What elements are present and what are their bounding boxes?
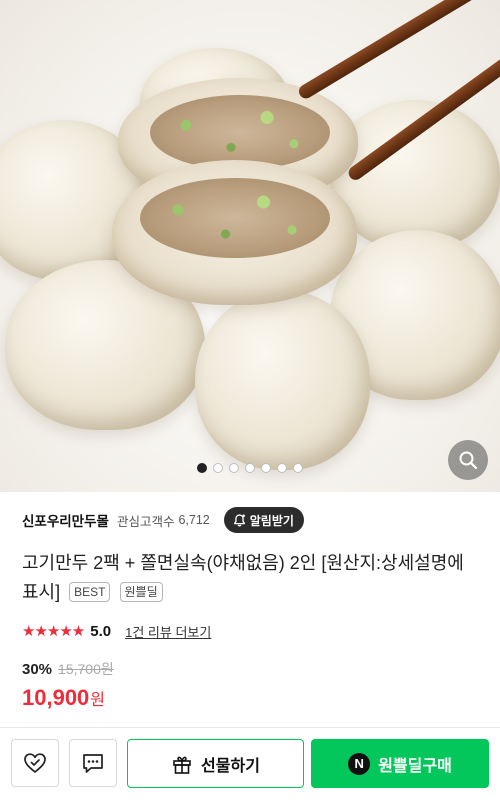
buy-button[interactable]: N 원쁠딜구매 [311,739,489,788]
carousel-dot[interactable] [197,463,207,473]
best-tag: BEST [69,582,111,602]
alarm-button[interactable]: 알림받기 [223,507,304,533]
gift-button[interactable]: 선물하기 [127,739,304,788]
carousel-dot[interactable] [277,463,287,473]
store-row: 신포우리만두몰 관심고객수 6,712 알림받기 [22,507,480,533]
zoom-search-button[interactable] [448,440,488,480]
carousel-dot[interactable] [229,463,239,473]
product-title: 고기만두 2팩 + 쫄면실속(야채없음) 2인 [원산지:상세설명에 표시] B… [22,549,482,607]
naver-n-icon: N [348,752,371,775]
interest-count: 6,712 [178,513,210,527]
price-block: 30% 15,700원 10,900원 [22,659,114,711]
carousel-dot[interactable] [245,463,255,473]
dumpling-filling [140,178,330,258]
heart-check-icon [24,753,46,773]
gift-label: 선물하기 [201,757,260,775]
carousel-indicator [0,463,500,473]
original-price: 15,700원 [58,661,114,677]
product-image[interactable] [0,0,500,492]
buy-label: 원쁠딜구매 [378,757,452,775]
carousel-dot[interactable] [213,463,223,473]
bottom-action-bar: 선물하기 N 원쁠딜구매 [0,727,500,800]
store-name[interactable]: 신포우리만두몰 [22,510,109,530]
carousel-dot[interactable] [261,463,271,473]
chat-bubble-icon [83,754,103,773]
review-link[interactable]: 1건 리뷰 더보기 [125,622,211,641]
deal-tag: 원쁠딜 [119,582,163,602]
price-unit: 원 [90,692,106,709]
star-rating-icon: ★★★★★ [22,623,85,640]
carousel-dot[interactable] [293,463,303,473]
final-price: 10,900 [22,685,90,710]
rating-row: ★★★★★ 5.0 1건 리뷰 더보기 [22,620,211,642]
wish-button[interactable] [11,739,59,787]
rating-value: 5.0 [90,622,112,640]
chat-button[interactable] [69,739,117,787]
gift-icon [173,756,191,774]
alarm-label: 알림받기 [249,513,294,528]
bell-plus-icon [233,513,245,526]
dumpling-filling [150,95,330,170]
discount-rate: 30% [22,661,53,678]
dumpling-shape [195,290,370,470]
interest-label: 관심고객수 [116,514,175,529]
magnifier-icon [459,451,478,470]
